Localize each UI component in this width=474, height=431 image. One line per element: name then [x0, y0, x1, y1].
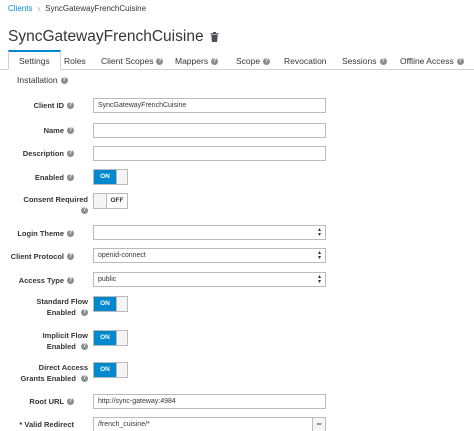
- access-type-label: Access Type ?: [18, 276, 74, 285]
- select-arrows-icon: ▴ ▾: [317, 273, 321, 285]
- toggle-knob: [116, 363, 127, 377]
- client-protocol-label: Client Protocol ?: [10, 252, 74, 261]
- help-icon[interactable]: ?: [156, 57, 164, 65]
- description-input[interactable]: [93, 146, 326, 161]
- toggle-knob: [94, 194, 107, 208]
- select-arrows-icon: ▴ ▾: [317, 249, 321, 261]
- help-icon[interactable]: ?: [379, 57, 387, 65]
- tab-installation[interactable]: Installation ?: [17, 75, 68, 85]
- valid-redirect-label: * Valid Redirect: [19, 420, 74, 429]
- tab-bar-divider: [0, 69, 474, 70]
- help-icon[interactable]: ?: [81, 207, 88, 215]
- tab-client-scopes[interactable]: Client Scopes ?: [101, 56, 164, 66]
- enabled-toggle[interactable]: ON: [93, 169, 128, 185]
- help-icon[interactable]: ?: [211, 57, 219, 65]
- page-title-row: SyncGatewayFrenchCuisine: [8, 28, 219, 46]
- tab-roles[interactable]: Roles: [64, 56, 86, 66]
- enabled-label: Enabled ?: [34, 173, 74, 182]
- implicit-flow-label: Implicit Flow Enabled ?: [42, 331, 88, 351]
- access-type-select[interactable]: public ▴ ▾: [93, 272, 326, 287]
- tab-mappers[interactable]: Mappers ?: [175, 56, 219, 66]
- description-label: Description ?: [22, 149, 74, 158]
- tab-revocation[interactable]: Revocation: [284, 56, 327, 66]
- toggle-knob: [116, 297, 127, 311]
- help-icon[interactable]: ?: [81, 375, 88, 383]
- help-icon[interactable]: ?: [67, 150, 74, 157]
- tab-settings[interactable]: Settings: [8, 50, 61, 70]
- standard-flow-toggle[interactable]: ON: [93, 296, 128, 312]
- root-url-input[interactable]: http://sync-gateway:4984: [93, 394, 326, 409]
- help-icon[interactable]: ?: [60, 76, 68, 84]
- client-id-input[interactable]: SyncGatewayFrenchCuisine: [93, 98, 326, 113]
- help-icon[interactable]: ?: [67, 253, 74, 260]
- direct-access-toggle[interactable]: ON: [93, 362, 128, 378]
- implicit-flow-toggle[interactable]: ON: [93, 330, 128, 346]
- help-icon[interactable]: ?: [67, 174, 74, 181]
- trash-icon[interactable]: [210, 32, 219, 42]
- help-icon[interactable]: ?: [67, 102, 74, 109]
- breadcrumb-clients-link[interactable]: Clients: [8, 4, 32, 13]
- help-icon[interactable]: ?: [67, 127, 74, 134]
- breadcrumb: Clients › SyncGatewayFrenchCuisine: [8, 4, 146, 13]
- remove-redirect-button[interactable]: −: [312, 417, 326, 431]
- client-protocol-select[interactable]: openid-connect ▴ ▾: [93, 248, 326, 263]
- tab-bar: Settings Roles Client Scopes ? Mappers ?…: [0, 49, 474, 89]
- valid-redirect-input[interactable]: /french_cuisine/*: [93, 417, 313, 431]
- client-id-label: Client ID ?: [33, 101, 74, 110]
- consent-required-label: Consent Required ?: [23, 195, 88, 215]
- tab-scope[interactable]: Scope ?: [236, 56, 271, 66]
- toggle-knob: [116, 170, 127, 184]
- name-label: Name ?: [43, 126, 74, 135]
- direct-access-label: Direct Access Grants Enabled ?: [20, 363, 88, 383]
- login-theme-label: Login Theme ?: [17, 229, 74, 238]
- help-icon[interactable]: ?: [81, 343, 88, 351]
- select-arrows-icon: ▴ ▾: [317, 226, 321, 238]
- page-title: SyncGatewayFrenchCuisine: [8, 28, 204, 45]
- tab-offline-access[interactable]: Offline Access ?: [400, 56, 464, 66]
- login-theme-select[interactable]: ▴ ▾: [93, 225, 326, 240]
- name-input[interactable]: [93, 123, 326, 138]
- help-icon[interactable]: ?: [67, 398, 74, 405]
- help-icon[interactable]: ?: [456, 57, 464, 65]
- root-url-label: Root URL ?: [29, 397, 74, 406]
- breadcrumb-separator: ›: [37, 4, 41, 13]
- standard-flow-label: Standard Flow Enabled ?: [36, 297, 88, 317]
- breadcrumb-current: SyncGatewayFrenchCuisine: [45, 4, 147, 13]
- consent-required-toggle[interactable]: OFF: [93, 193, 128, 209]
- tab-sessions[interactable]: Sessions ?: [342, 56, 387, 66]
- help-icon[interactable]: ?: [67, 230, 74, 237]
- help-icon[interactable]: ?: [67, 277, 74, 284]
- help-icon[interactable]: ?: [263, 57, 271, 65]
- help-icon[interactable]: ?: [81, 309, 88, 317]
- toggle-knob: [116, 331, 127, 345]
